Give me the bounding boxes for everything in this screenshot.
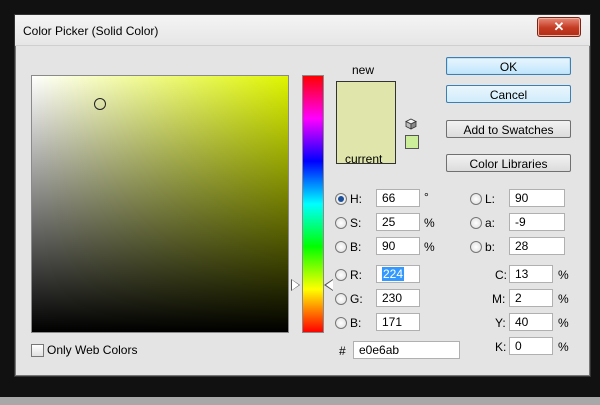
hue-label: H:	[350, 192, 362, 206]
green-label: G:	[350, 292, 363, 306]
cyan-unit: %	[558, 268, 569, 282]
lab-l-label: L:	[485, 192, 496, 206]
color-field[interactable]	[31, 75, 289, 333]
red-label: R:	[350, 268, 362, 282]
lab-b-label: b:	[485, 240, 496, 254]
magenta-field[interactable]: 2	[509, 289, 553, 307]
lab-a-radio[interactable]	[470, 217, 482, 229]
lab-l-radio[interactable]	[470, 193, 482, 205]
new-color-label: new	[352, 63, 375, 77]
ok-button[interactable]: OK	[446, 57, 571, 75]
add-to-swatches-button[interactable]: Add to Swatches	[446, 120, 571, 138]
cyan-label: C:	[495, 268, 507, 282]
yellow-label: Y:	[495, 316, 506, 330]
lab-a-label: a:	[485, 216, 496, 230]
color-field-cursor[interactable]	[94, 98, 106, 110]
color-picker-dialog: Color Picker (Solid Color) ✕ new current…	[14, 14, 591, 377]
lab-a-field[interactable]: -9	[509, 213, 565, 231]
hue-slider-handle-left-fill	[292, 280, 299, 290]
blue-field[interactable]: 171	[376, 313, 420, 331]
yellow-unit: %	[558, 316, 569, 330]
brightness-radio[interactable]	[335, 241, 347, 253]
saturation-label: S:	[350, 216, 362, 230]
hue-unit: °	[424, 190, 429, 204]
red-field-value: 224	[382, 267, 405, 281]
hex-field[interactable]: e0e6ab	[353, 341, 460, 359]
hue-slider-handle-right-fill	[326, 280, 333, 290]
brightness-label: B:	[350, 240, 362, 254]
black-field[interactable]: 0	[509, 337, 553, 355]
blue-radio[interactable]	[335, 317, 347, 329]
close-icon: ✕	[553, 19, 565, 34]
black-unit: %	[558, 340, 569, 354]
brightness-field[interactable]: 90	[376, 237, 420, 255]
only-web-colors-label[interactable]: Only Web Colors	[47, 343, 137, 357]
cyan-field[interactable]: 13	[509, 265, 553, 283]
green-radio[interactable]	[335, 293, 347, 305]
web-safe-cube-icon[interactable]	[405, 118, 417, 130]
saturation-field[interactable]: 25	[376, 213, 420, 231]
yellow-field[interactable]: 40	[509, 313, 553, 331]
saturation-radio[interactable]	[335, 217, 347, 229]
saturation-unit: %	[424, 216, 435, 230]
current-color-label: current	[345, 152, 383, 166]
taskbar-edge	[0, 397, 600, 405]
magenta-unit: %	[558, 292, 569, 306]
blue-label: B:	[350, 316, 362, 330]
lab-b-radio[interactable]	[470, 241, 482, 253]
cancel-button[interactable]: Cancel	[446, 85, 571, 103]
new-color-swatch	[336, 81, 396, 123]
magenta-label: M:	[492, 292, 506, 306]
red-radio[interactable]	[335, 269, 347, 281]
window-title: Color Picker (Solid Color)	[23, 24, 159, 38]
color-libraries-button[interactable]: Color Libraries	[446, 154, 571, 172]
close-button[interactable]: ✕	[537, 17, 581, 37]
hue-field[interactable]: 66	[376, 189, 420, 207]
black-label: K:	[495, 340, 507, 354]
hue-radio[interactable]	[335, 193, 347, 205]
brightness-unit: %	[424, 240, 435, 254]
web-safe-color-swatch[interactable]	[405, 135, 419, 149]
title-bar: Color Picker (Solid Color) ✕	[15, 15, 590, 46]
hue-slider[interactable]	[302, 75, 324, 333]
hex-label: #	[339, 344, 346, 358]
lab-l-field[interactable]: 90	[509, 189, 565, 207]
green-field[interactable]: 230	[376, 289, 420, 307]
red-field[interactable]: 224	[376, 265, 420, 283]
only-web-colors-checkbox[interactable]	[31, 344, 44, 357]
lab-b-field[interactable]: 28	[509, 237, 565, 255]
